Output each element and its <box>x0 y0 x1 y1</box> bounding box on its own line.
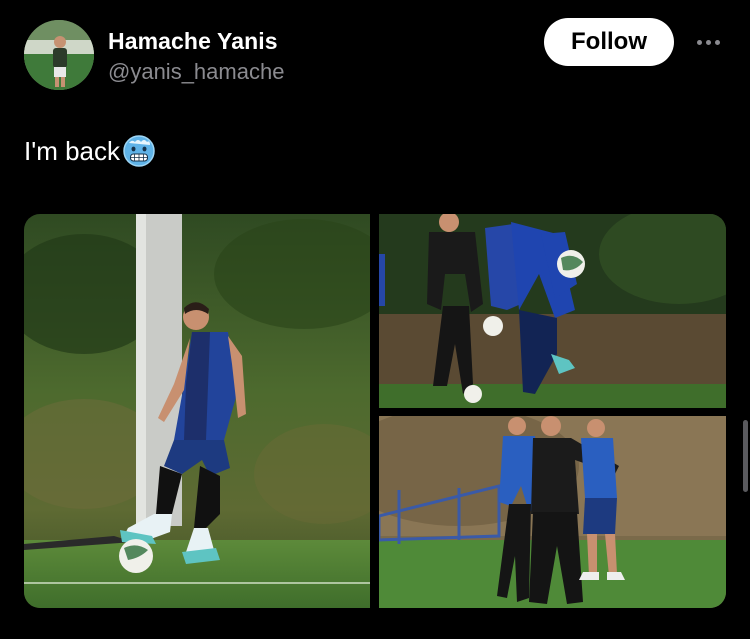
scrollbar[interactable] <box>743 420 748 492</box>
post-photo-2[interactable] <box>379 214 726 408</box>
more-dot <box>696 39 702 45</box>
post-photo-1[interactable] <box>24 214 370 608</box>
follow-button[interactable]: Follow <box>544 18 674 66</box>
author-display-name[interactable]: Hamache Yanis <box>108 28 278 55</box>
more-dot <box>705 39 711 45</box>
post-text-container: I'm back <box>24 134 156 168</box>
media-grid <box>24 214 726 608</box>
photo-coach-and-players <box>379 416 726 608</box>
post-text: I'm back <box>24 135 120 166</box>
photo-player-dribbling <box>24 214 370 608</box>
more-dot <box>714 39 720 45</box>
author-handle[interactable]: @yanis_hamache <box>108 59 284 85</box>
photo-players-juggling <box>379 214 726 408</box>
cold-face-emoji-icon <box>123 135 155 167</box>
post-card: Hamache Yanis @yanis_hamache Follow I'm … <box>0 0 750 639</box>
post-photo-3[interactable] <box>379 416 726 608</box>
avatar[interactable] <box>24 20 94 90</box>
more-options-icon[interactable] <box>690 28 726 56</box>
avatar-image <box>24 20 94 90</box>
